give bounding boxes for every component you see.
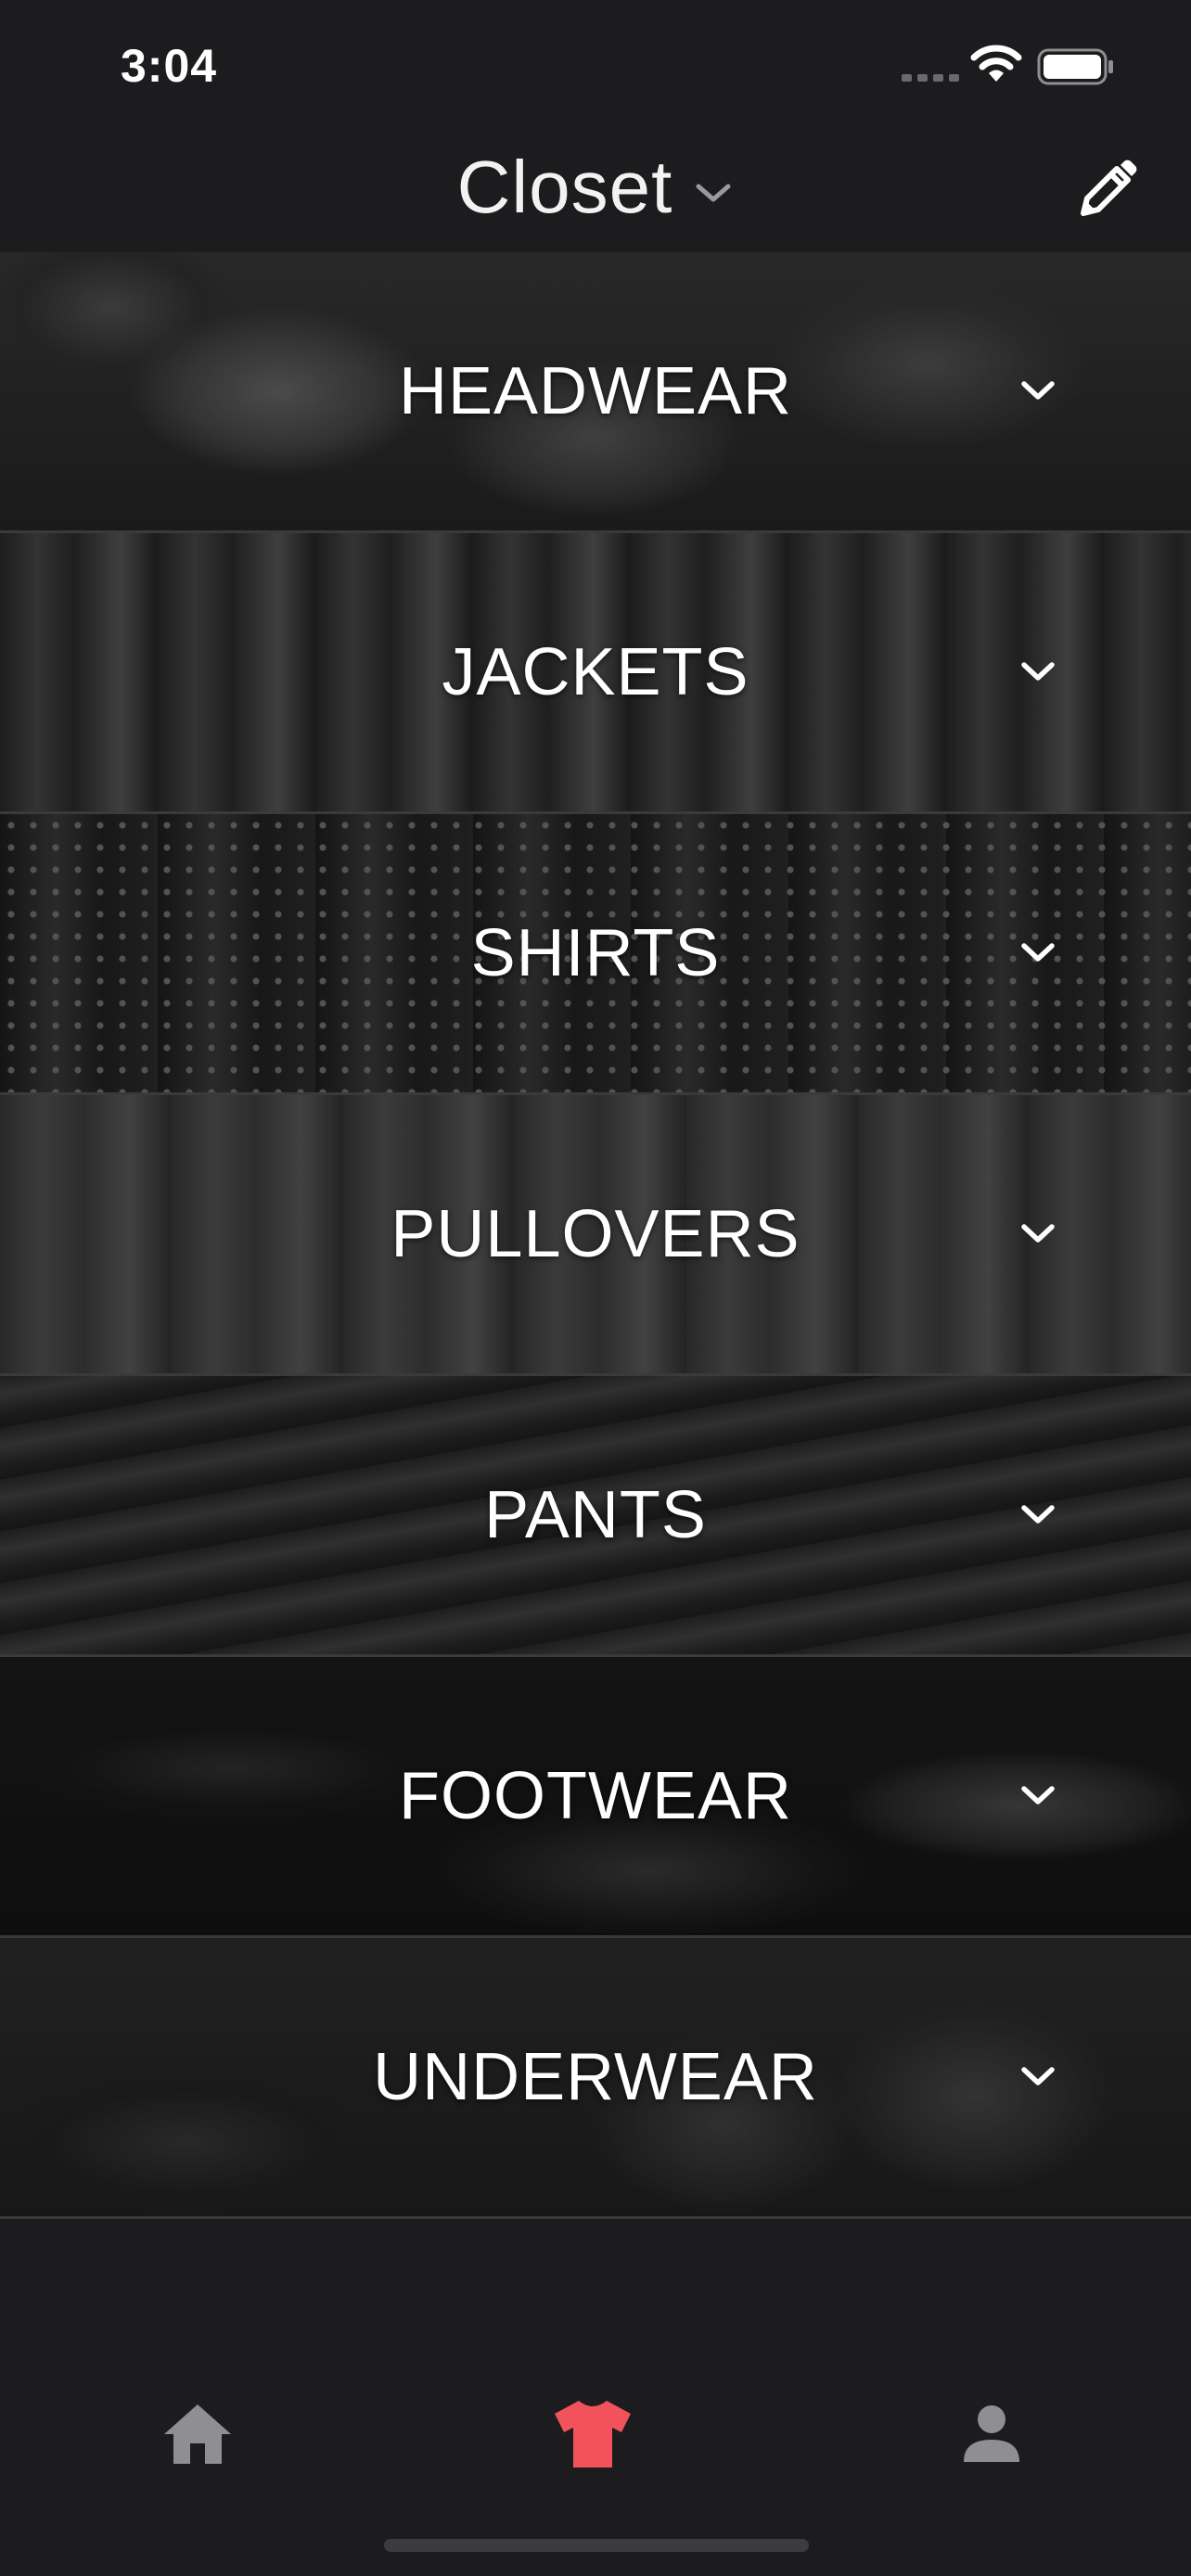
tab-home[interactable] bbox=[156, 2392, 239, 2476]
tab-closet[interactable] bbox=[551, 2392, 634, 2476]
category-list: HEADWEAR JACKETS SHIRTS PULLOVERS PANTS … bbox=[0, 252, 1191, 2219]
chevron-down-icon[interactable] bbox=[1018, 1783, 1057, 1809]
category-row-headwear[interactable]: HEADWEAR bbox=[0, 252, 1191, 533]
tab-profile[interactable] bbox=[950, 2392, 1033, 2476]
closet-screen: 3:04 Closet HEADWEAR JACKETS SHIRTS PULL… bbox=[0, 0, 1191, 2576]
category-label: HEADWEAR bbox=[398, 354, 793, 428]
chevron-down-icon[interactable] bbox=[1018, 378, 1057, 404]
closet-selector[interactable]: Closet bbox=[0, 145, 1191, 230]
chevron-down-icon[interactable] bbox=[1018, 2064, 1057, 2090]
tab-bar bbox=[0, 2355, 1191, 2513]
category-row-shirts[interactable]: SHIRTS bbox=[0, 814, 1191, 1095]
chevron-down-icon bbox=[696, 184, 731, 202]
cellular-signal-icon bbox=[902, 74, 959, 82]
status-time: 3:04 bbox=[121, 40, 218, 92]
page-title: Closet bbox=[456, 146, 673, 228]
tshirt-icon bbox=[555, 2401, 631, 2468]
battery-icon bbox=[1037, 48, 1113, 85]
category-row-jackets[interactable]: JACKETS bbox=[0, 533, 1191, 814]
category-row-footwear[interactable]: FOOTWEAR bbox=[0, 1657, 1191, 1938]
home-icon bbox=[164, 2404, 231, 2464]
category-row-pants[interactable]: PANTS bbox=[0, 1376, 1191, 1657]
wifi-icon bbox=[970, 45, 1022, 82]
category-label: FOOTWEAR bbox=[399, 1759, 792, 1833]
chevron-down-icon[interactable] bbox=[1018, 940, 1057, 966]
home-indicator bbox=[384, 2539, 809, 2552]
pencil-icon[interactable] bbox=[1074, 158, 1139, 223]
status-bar: 3:04 bbox=[0, 0, 1191, 139]
category-label: SHIRTS bbox=[470, 916, 721, 990]
chevron-down-icon[interactable] bbox=[1018, 1502, 1057, 1528]
person-icon bbox=[964, 2405, 1019, 2462]
category-label: JACKETS bbox=[442, 635, 749, 709]
category-row-underwear[interactable]: UNDERWEAR bbox=[0, 1938, 1191, 2219]
category-label: PULLOVERS bbox=[391, 1197, 800, 1271]
nav-header: Closet bbox=[0, 139, 1191, 252]
chevron-down-icon[interactable] bbox=[1018, 1221, 1057, 1247]
category-label: UNDERWEAR bbox=[373, 2040, 818, 2114]
category-row-pullovers[interactable]: PULLOVERS bbox=[0, 1095, 1191, 1376]
category-label: PANTS bbox=[484, 1478, 707, 1552]
chevron-down-icon[interactable] bbox=[1018, 659, 1057, 685]
